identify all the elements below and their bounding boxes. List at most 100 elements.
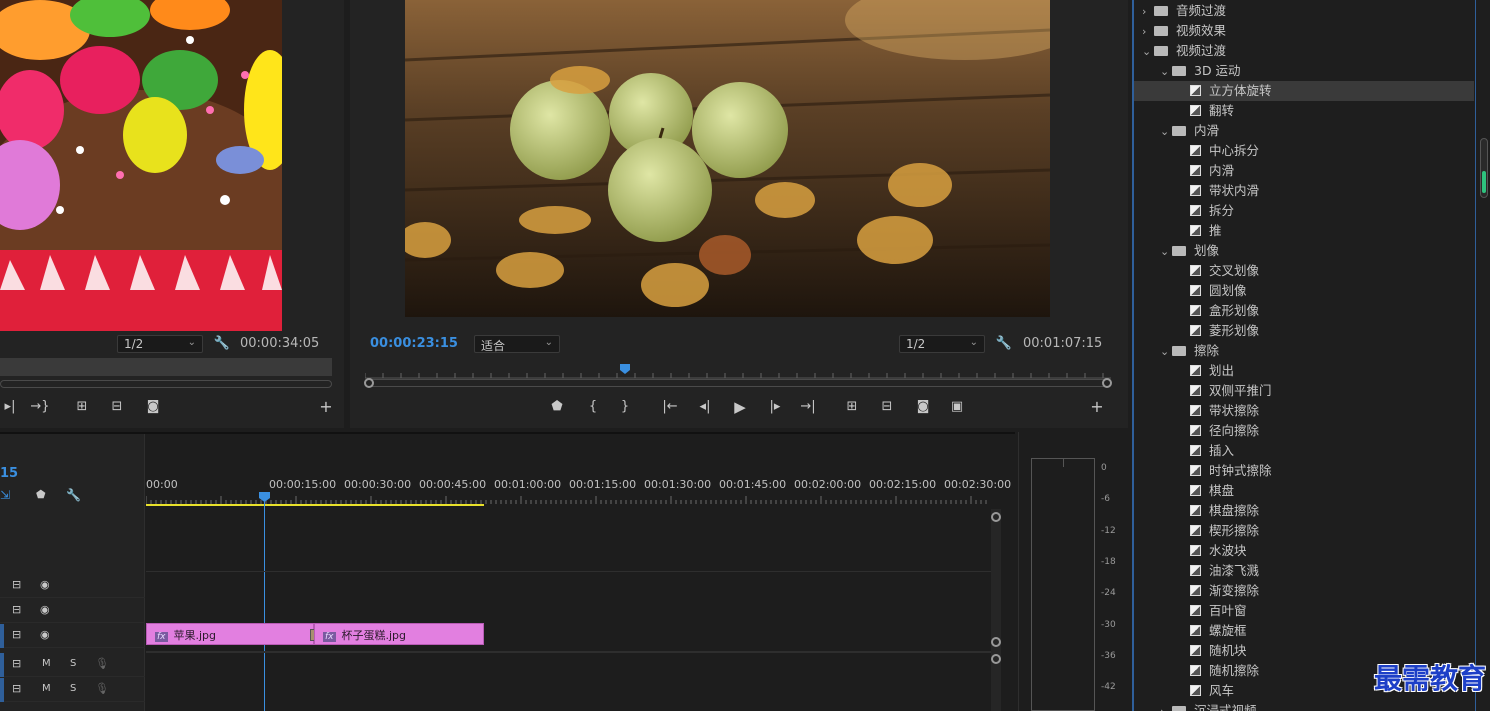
source-scrub-bar[interactable] <box>0 358 332 376</box>
effects-scrollbar[interactable] <box>1480 138 1488 198</box>
effect-folder[interactable]: › 沉浸式视频 <box>1134 701 1474 711</box>
chevron-right-icon[interactable]: › <box>1142 2 1154 22</box>
program-zoom-scrollbar[interactable] <box>364 378 1112 388</box>
sync-lock-icon[interactable]: ⊟ <box>12 628 21 641</box>
effect-item[interactable]: 交叉划像 <box>1134 261 1474 281</box>
track-target-indicator[interactable] <box>0 653 4 677</box>
track-target-indicator[interactable] <box>0 624 4 648</box>
scroll-handle-bottom[interactable] <box>991 637 1001 647</box>
effect-item[interactable]: 推 <box>1134 221 1474 241</box>
work-area-bar[interactable] <box>146 504 484 506</box>
add-marker-icon[interactable]: ⬟ <box>547 398 567 416</box>
chevron-down-icon[interactable]: ⌄ <box>1160 342 1172 362</box>
effect-folder[interactable]: ⌄ 内滑 <box>1134 121 1474 141</box>
play-icon[interactable]: ▶ <box>730 398 750 416</box>
clip-cupcake[interactable]: fx 杯子蛋糕.jpg <box>314 623 484 645</box>
wrench-icon[interactable]: 🔧 <box>994 335 1014 353</box>
go-to-out-icon[interactable]: →| <box>798 398 818 416</box>
clip-apple[interactable]: fx 苹果.jpg <box>146 623 314 645</box>
add-button-icon[interactable]: + <box>1087 398 1107 416</box>
step-forward-icon[interactable]: |▸ <box>765 398 785 416</box>
effect-item[interactable]: 棋盘 <box>1134 481 1474 501</box>
effect-item[interactable]: 带状内滑 <box>1134 181 1474 201</box>
chevron-right-icon[interactable]: › <box>1160 702 1172 711</box>
insert-icon[interactable]: ⊞ <box>72 398 92 416</box>
video-track-header[interactable]: ⊟ ◉ <box>0 599 145 623</box>
effect-item[interactable]: 翻转 <box>1134 101 1474 121</box>
mute-button[interactable]: M <box>42 683 51 694</box>
fit-dropdown[interactable]: 适合 ⌄ <box>474 335 560 353</box>
audio-track-header[interactable]: ⊟ M S 🎙 <box>0 653 145 677</box>
sync-lock-icon[interactable]: ⊟ <box>12 682 21 695</box>
source-zoom-scrollbar[interactable] <box>0 380 332 388</box>
program-time-ruler[interactable] <box>364 368 1111 379</box>
step-back-icon[interactable]: ◂| <box>695 398 715 416</box>
effect-item[interactable]: 水波块 <box>1134 541 1474 561</box>
eye-icon[interactable]: ◉ <box>40 628 50 641</box>
sync-lock-icon[interactable]: ⊟ <box>12 603 21 616</box>
effect-item[interactable]: 圆划像 <box>1134 281 1474 301</box>
step-forward-icon[interactable]: ▸| <box>0 398 20 416</box>
program-current-timecode[interactable]: 00:00:23:15 <box>370 336 458 351</box>
effect-item[interactable]: 内滑 <box>1134 161 1474 181</box>
microphone-icon[interactable]: 🎙 <box>95 682 109 695</box>
mute-button[interactable]: M <box>42 658 51 669</box>
audio-track-header[interactable]: ⊟ M S 🎙 <box>0 678 145 702</box>
solo-button[interactable]: S <box>70 658 76 669</box>
mark-out-icon[interactable]: } <box>615 398 635 416</box>
overwrite-icon[interactable]: ⊟ <box>107 398 127 416</box>
video-track-header[interactable]: ⊟ ◉ <box>0 574 145 598</box>
effect-item[interactable]: 螺旋框 <box>1134 621 1474 641</box>
go-to-in-icon[interactable]: |← <box>660 398 680 416</box>
effect-item[interactable]: 棋盘擦除 <box>1134 501 1474 521</box>
microphone-icon[interactable]: 🎙 <box>95 657 109 670</box>
lift-icon[interactable]: ⊞ <box>842 398 862 416</box>
effect-item[interactable]: 插入 <box>1134 441 1474 461</box>
chevron-down-icon[interactable]: ⌄ <box>1142 42 1154 62</box>
effect-item[interactable]: 划出 <box>1134 361 1474 381</box>
effect-item[interactable]: 双侧平推门 <box>1134 381 1474 401</box>
eye-icon[interactable]: ◉ <box>40 603 50 616</box>
export-frame-icon[interactable]: ◙ <box>143 398 163 416</box>
effect-folder[interactable]: ⌄ 视频过渡 <box>1134 41 1474 61</box>
effect-item[interactable]: 菱形划像 <box>1134 321 1474 341</box>
add-button-icon[interactable]: + <box>316 398 336 416</box>
effect-item[interactable]: 渐变擦除 <box>1134 581 1474 601</box>
timeline-ruler[interactable]: 00:00 00:00:15:00 00:00:30:00 00:00:45:00 00… <box>146 474 1072 506</box>
chevron-right-icon[interactable]: › <box>1142 22 1154 42</box>
effect-item[interactable]: 百叶窗 <box>1134 601 1474 621</box>
extract-icon[interactable]: ⊟ <box>877 398 897 416</box>
effect-item[interactable]: 拆分 <box>1134 201 1474 221</box>
marker-icon[interactable]: ⬟ <box>36 488 46 501</box>
scroll-handle-audio[interactable] <box>991 654 1001 664</box>
effect-folder[interactable]: ⌄ 擦除 <box>1134 341 1474 361</box>
timeline-timecode[interactable]: 15 <box>0 466 18 481</box>
effect-item[interactable]: 油漆飞溅 <box>1134 561 1474 581</box>
sync-lock-icon[interactable]: ⊟ <box>12 578 21 591</box>
track-target-indicator[interactable] <box>0 678 4 702</box>
effect-folder[interactable]: › 视频效果 <box>1134 21 1474 41</box>
sync-lock-icon[interactable]: ⊟ <box>12 657 21 670</box>
eye-icon[interactable]: ◉ <box>40 578 50 591</box>
chevron-down-icon[interactable]: ⌄ <box>1160 62 1172 82</box>
go-to-out-icon[interactable]: →} <box>30 398 50 416</box>
snap-icon[interactable]: ⇲ <box>0 488 10 502</box>
wrench-icon[interactable]: 🔧 <box>212 335 232 353</box>
effect-item[interactable]: 楔形擦除 <box>1134 521 1474 541</box>
scroll-handle-top[interactable] <box>991 512 1001 522</box>
settings-wrench-icon[interactable]: 🔧 <box>66 488 81 502</box>
effect-item[interactable]: 中心拆分 <box>1134 141 1474 161</box>
effect-item[interactable]: 时钟式擦除 <box>1134 461 1474 481</box>
video-track-header[interactable]: ⊟ ◉ <box>0 624 145 648</box>
effect-folder[interactable]: ⌄ 3D 运动 <box>1134 61 1474 81</box>
program-zoom-dropdown[interactable]: 1/2 ⌄ <box>899 335 985 353</box>
solo-button[interactable]: S <box>70 683 76 694</box>
effect-item[interactable]: 盒形划像 <box>1134 301 1474 321</box>
timeline-vscroll[interactable] <box>991 509 1001 711</box>
source-zoom-dropdown[interactable]: 1/2 ⌄ <box>117 335 203 353</box>
chevron-down-icon[interactable]: ⌄ <box>1160 122 1172 142</box>
effect-item[interactable]: 径向擦除 <box>1134 421 1474 441</box>
zoom-handle-left[interactable] <box>364 378 374 388</box>
comparison-view-icon[interactable]: ▣ <box>947 398 967 416</box>
mark-in-icon[interactable]: { <box>583 398 603 416</box>
